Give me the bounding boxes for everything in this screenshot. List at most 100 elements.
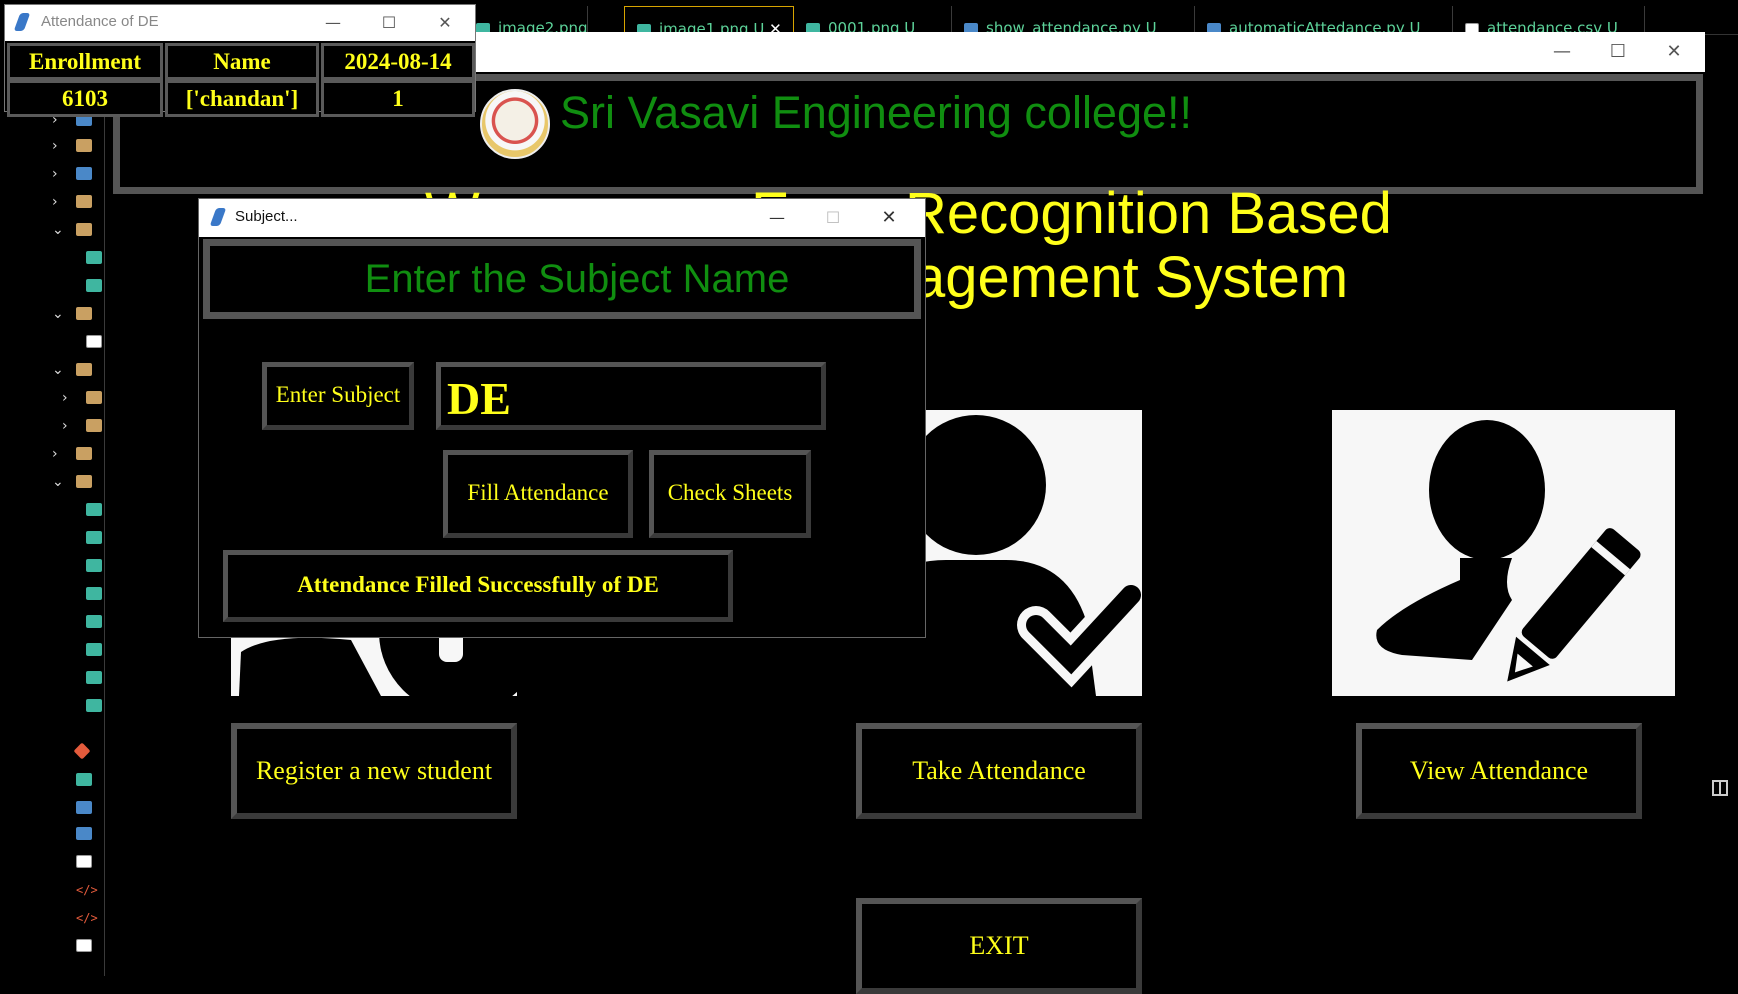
tree-item[interactable]: ⌄ bbox=[20, 358, 104, 384]
exit-button[interactable]: EXIT bbox=[856, 898, 1142, 994]
vscode-folder-icon bbox=[76, 167, 92, 180]
python-icon bbox=[76, 827, 92, 840]
tree-item[interactable] bbox=[20, 330, 104, 356]
maximize-icon[interactable]: ☐ bbox=[361, 5, 417, 41]
image-icon bbox=[86, 699, 102, 712]
minimize-icon[interactable]: — bbox=[1534, 32, 1590, 72]
table-header-cell: Name bbox=[165, 43, 319, 80]
tree-item[interactable]: › bbox=[20, 386, 104, 412]
tree-item[interactable]: › bbox=[20, 162, 104, 188]
tree-item[interactable]: › bbox=[20, 190, 104, 216]
maximize-icon[interactable]: ☐ bbox=[1590, 32, 1646, 72]
split-editor-icon[interactable] bbox=[1712, 780, 1728, 796]
attendance-window: Attendance of DE — ☐ ✕ Enrollment Name 2… bbox=[4, 4, 476, 117]
editor-tabs: image2.png U image1.png U ✕ 0001.png U s… bbox=[464, 6, 1738, 35]
image-icon bbox=[86, 615, 102, 628]
close-icon[interactable]: ✕ bbox=[861, 199, 917, 237]
tree-item[interactable]: ⌄ bbox=[20, 470, 104, 496]
git-icon bbox=[73, 742, 91, 760]
tab-show-attendance[interactable]: show_attendance.py U bbox=[952, 6, 1195, 34]
enter-subject-label: Enter Subject bbox=[262, 362, 414, 430]
status-message-text: Attendance Filled Successfully of DE bbox=[297, 572, 659, 597]
tab-automatic-attendance[interactable]: automaticAttedance.py U bbox=[1195, 6, 1453, 34]
college-name: Sri Vasavi Engineering college!! bbox=[560, 87, 1193, 138]
subject-header: Enter the Subject Name bbox=[203, 239, 921, 319]
exit-label: EXIT bbox=[969, 931, 1029, 960]
tree-item[interactable] bbox=[20, 610, 104, 636]
register-student-button[interactable]: Register a new student bbox=[231, 723, 517, 819]
tree-item[interactable] bbox=[20, 822, 104, 848]
subject-header-text: Enter the Subject Name bbox=[364, 257, 790, 301]
chevron-down-icon: ⌄ bbox=[52, 362, 64, 378]
tree-item[interactable] bbox=[20, 498, 104, 524]
tab-image2[interactable]: image2.png U bbox=[464, 6, 588, 34]
folder-icon bbox=[86, 391, 102, 404]
tree-item[interactable] bbox=[20, 666, 104, 692]
tree-item[interactable] bbox=[20, 638, 104, 664]
tree-item[interactable]: › bbox=[20, 134, 104, 160]
tree-item[interactable] bbox=[20, 694, 104, 720]
check-sheets-button[interactable]: Check Sheets bbox=[649, 450, 811, 538]
tab-0001[interactable]: 0001.png U bbox=[794, 6, 952, 34]
folder-icon bbox=[86, 419, 102, 432]
tab-image1[interactable]: image1.png U ✕ bbox=[624, 6, 794, 34]
close-icon[interactable]: ✕ bbox=[1646, 32, 1702, 72]
html-icon: </> bbox=[76, 883, 98, 897]
folder-icon bbox=[76, 447, 92, 460]
image-icon bbox=[86, 559, 102, 572]
register-student-label: Register a new student bbox=[255, 756, 493, 785]
tree-item[interactable] bbox=[20, 582, 104, 608]
tab-attendance-csv[interactable]: attendance.csv U bbox=[1453, 6, 1645, 34]
take-attendance-label: Take Attendance bbox=[912, 756, 1086, 785]
image-icon bbox=[86, 531, 102, 544]
chevron-down-icon: ⌄ bbox=[52, 474, 64, 490]
welcome-title-line1: Recognition Based bbox=[905, 181, 1392, 246]
tree-item[interactable]: ⌄ bbox=[20, 218, 104, 244]
tree-item[interactable]: › bbox=[20, 414, 104, 440]
tree-item[interactable] bbox=[20, 850, 104, 876]
table-cell: ['chandan'] bbox=[165, 80, 319, 117]
file-icon bbox=[76, 939, 92, 952]
tree-item[interactable] bbox=[20, 740, 104, 766]
image-icon bbox=[86, 643, 102, 656]
chevron-down-icon: ⌄ bbox=[52, 222, 64, 238]
tree-item[interactable]: ⌄ bbox=[20, 302, 104, 328]
tree-item[interactable]: </> bbox=[20, 878, 104, 904]
minimize-icon[interactable]: — bbox=[749, 199, 805, 237]
subject-input[interactable] bbox=[436, 362, 826, 430]
image-icon bbox=[76, 773, 92, 786]
close-icon[interactable]: ✕ bbox=[417, 5, 473, 41]
tree-item[interactable] bbox=[20, 246, 104, 272]
view-attendance-button[interactable]: View Attendance bbox=[1356, 723, 1642, 819]
take-attendance-button[interactable]: Take Attendance bbox=[856, 723, 1142, 819]
table-cell: 1 bbox=[321, 80, 475, 117]
tree-item[interactable] bbox=[20, 274, 104, 300]
chevron-right-icon: › bbox=[52, 194, 58, 210]
activity-bar bbox=[0, 0, 21, 976]
feather-icon bbox=[209, 208, 227, 226]
chevron-right-icon: › bbox=[62, 390, 68, 406]
feather-icon bbox=[13, 13, 31, 31]
image-icon bbox=[86, 503, 102, 516]
folder-icon bbox=[76, 195, 92, 208]
file-icon bbox=[86, 335, 102, 348]
tree-item[interactable] bbox=[20, 526, 104, 552]
user-edit-icon bbox=[1376, 420, 1641, 682]
tree-item[interactable]: </> bbox=[20, 906, 104, 932]
tree-item[interactable] bbox=[20, 934, 104, 960]
chevron-right-icon: › bbox=[62, 418, 68, 434]
tree-item[interactable] bbox=[20, 796, 104, 822]
tree-item[interactable]: › bbox=[20, 442, 104, 468]
enter-subject-text: Enter Subject bbox=[275, 382, 401, 407]
minimize-icon[interactable]: — bbox=[305, 5, 361, 41]
file-icon bbox=[76, 855, 92, 868]
tree-item[interactable] bbox=[20, 554, 104, 580]
tree-item[interactable] bbox=[20, 768, 104, 794]
image-icon bbox=[86, 671, 102, 684]
maximize-icon[interactable]: ☐ bbox=[805, 199, 861, 237]
college-logo bbox=[480, 89, 550, 159]
folder-open-icon bbox=[76, 363, 92, 376]
subject-titlebar: Subject... — ☐ ✕ bbox=[199, 199, 925, 237]
status-message: Attendance Filled Successfully of DE bbox=[223, 550, 733, 622]
fill-attendance-button[interactable]: Fill Attendance bbox=[443, 450, 633, 538]
